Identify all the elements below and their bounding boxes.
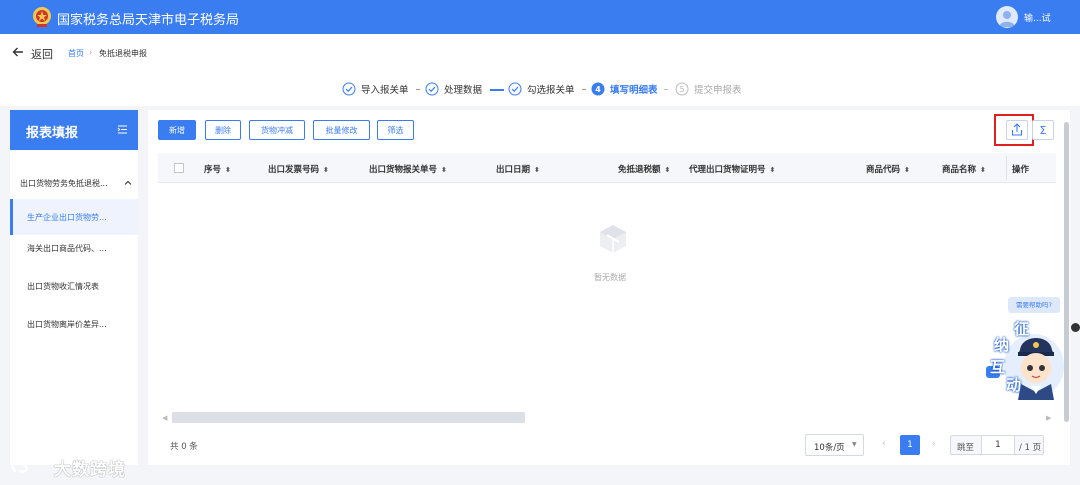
total-pages: / 1 页 [1019,443,1042,453]
sort-icon[interactable]: ⬍ [441,166,447,174]
top-bar: 国家税务总局天津市电子税务局 输...试 [0,0,1080,34]
step-process: 处理数据 [425,81,482,97]
highlight-box [994,114,1034,146]
sidebar: 报表填报 出口货物劳务免抵退税... 生产企业出口货物劳... 海关出口商品代码… [10,110,138,465]
jump-label: 跳至 [957,443,975,453]
total-count: 共 0 条 [170,442,198,452]
breadcrumb-separator: › [89,48,93,57]
svg-text:4: 4 [595,85,601,94]
arrow-left-icon[interactable] [11,45,25,59]
sidebar-item-fob-diff[interactable]: 出口货物离岸价差异... [10,306,138,342]
prev-page-button[interactable]: ‹ [882,439,886,449]
sort-icon[interactable]: ⬍ [904,166,910,174]
breadcrumb-home[interactable]: 首页 [68,48,84,59]
sort-icon[interactable]: ⬍ [225,166,231,174]
step-connector [582,89,586,90]
page-jumper: 跳至 1 / 1 页 [950,435,1044,455]
step-fill-detail: 4 填写明细表 [591,81,658,97]
column-header-invoice-no[interactable]: 出口发票号码 ⬍ [268,163,329,175]
check-circle-icon [342,82,356,96]
sort-icon[interactable]: ⬍ [323,166,329,174]
svg-text:5: 5 [679,85,684,94]
column-header-actions: 操作 [1012,165,1030,175]
jump-page-input[interactable]: 1 [981,436,1015,454]
help-char: 互 [990,358,1006,376]
tax-emblem-icon [33,7,51,27]
watermark-logo-icon [11,456,46,473]
scroll-right-arrow-icon[interactable]: ▶ [1046,414,1051,422]
check-circle-icon [425,82,439,96]
user-avatar[interactable] [996,6,1018,28]
menu-collapse-icon[interactable] [117,124,128,135]
sidebar-item-forex-receipt[interactable]: 出口货物收汇情况表 [10,268,138,304]
help-assistant-widget[interactable]: 征 纳 互 动 [984,318,1068,400]
sidebar-title: 报表填报 [26,126,79,141]
check-circle-icon [508,82,522,96]
empty-box-icon [600,225,626,253]
sort-icon[interactable]: ⬍ [534,166,540,174]
floating-handle[interactable] [1071,323,1080,332]
user-icon [999,11,1015,27]
sort-icon[interactable]: ⬍ [665,166,671,174]
column-header-goods-code[interactable]: 商品代码 ⬍ [866,163,910,175]
step-import: 导入报关单 [342,81,409,97]
step-connector [490,89,504,91]
column-header-refund-amount[interactable]: 免抵退税额 ⬍ [618,163,670,175]
column-header-goods-name[interactable]: 商品名称 ⬍ [942,163,986,175]
column-header-index[interactable]: 序号 ⬍ [204,163,231,175]
page-button-current[interactable]: 1 [900,435,920,455]
sort-icon[interactable]: ⬍ [770,166,776,174]
sidebar-header: 报表填报 [10,110,138,150]
column-header-declaration-no[interactable]: 出口货物报关单号 ⬍ [369,163,447,175]
main-panel: 新增 删除 货物冲减 批量修改 筛选 Σ 序号 ⬍ 出口发票号码 ⬍ 出口货物报关单… [148,110,1070,465]
back-button[interactable]: 返回 [31,46,53,62]
help-bubble[interactable]: 需要帮助吗? [1008,297,1060,313]
select-all-checkbox[interactable] [174,163,184,173]
chevron-down-icon: ▼ [852,441,857,448]
step-connector [664,89,668,90]
step-number-icon: 5 [675,82,689,96]
batch-edit-button[interactable]: 批量修改 [313,120,370,140]
chevron-up-icon[interactable] [124,179,132,187]
step-connector [416,89,420,90]
watermark-text: 大数跨境 [54,460,126,480]
column-header-export-date[interactable]: 出口日期 ⬍ [496,163,540,175]
sidebar-item-customs-code[interactable]: 海关出口商品代码、... [10,230,138,266]
breadcrumb-bar: 返回 首页 › 免抵退税申报 [0,34,1080,72]
column-header-agent-cert-no[interactable]: 代理出口货物证明号 ⬍ [689,163,775,175]
sort-icon[interactable]: ⬍ [980,166,986,174]
page-size-select[interactable]: 10条/页 ▼ [805,434,864,456]
table-header: 序号 ⬍ 出口发票号码 ⬍ 出口货物报关单号 ⬍ 出口日期 ⬍ 免抵退税额 ⬍ 代理出口货… [158,153,1056,183]
delete-button[interactable]: 删除 [205,120,241,140]
site-title: 国家税务总局天津市电子税务局 [57,13,240,28]
sidebar-group-label[interactable]: 出口货物劳务免抵退税... [20,178,108,189]
breadcrumb-current: 免抵退税申报 [99,49,147,58]
scroll-left-arrow-icon[interactable]: ◀ [162,414,167,422]
user-name[interactable]: 输...试 [1024,11,1051,24]
empty-state-text: 暂无数据 [594,273,626,282]
sum-button[interactable]: Σ [1032,120,1054,140]
step-submit: 5 提交申报表 [675,81,742,97]
goods-reduce-button[interactable]: 货物冲减 [249,120,305,140]
help-char: 征 [1014,320,1030,338]
column-divider [1006,156,1007,180]
next-page-button[interactable]: › [932,439,936,449]
step-number-icon: 4 [591,82,605,96]
add-button[interactable]: 新增 [158,120,196,140]
help-char: 纳 [994,336,1010,354]
step-progress: 导入报关单 处理数据 勾选报关单 4 填写明细表 5 提交申报表 [0,72,1080,106]
step-select: 勾选报关单 [508,81,575,97]
help-char: 动 [1006,376,1022,394]
scrollbar-thumb[interactable] [172,412,525,423]
filter-button[interactable]: 筛选 [377,120,414,140]
horizontal-scrollbar[interactable]: ◀ [162,411,1042,424]
